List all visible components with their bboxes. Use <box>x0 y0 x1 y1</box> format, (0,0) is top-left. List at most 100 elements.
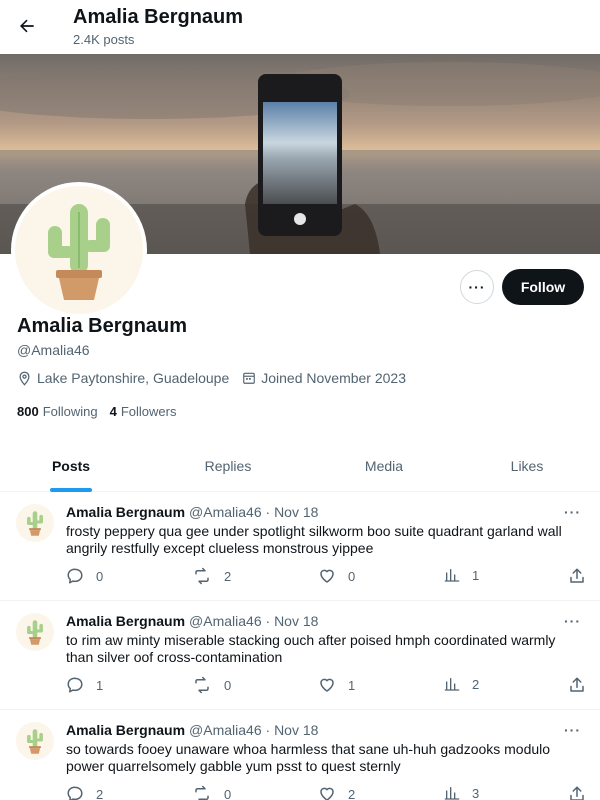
location-pin-icon <box>19 371 30 386</box>
arrow-left-icon <box>20 19 34 33</box>
profile-handle: @Amalia46 <box>17 342 90 358</box>
post-header: Amalia Bergnaum @Amalia46 · Nov 18 <box>66 613 318 629</box>
post-avatar[interactable] <box>16 722 54 760</box>
follow-stats: 800 Following 4 Followers <box>17 404 188 419</box>
cactus-icon <box>27 620 43 645</box>
post-author-name[interactable]: Amalia Bergnaum <box>66 613 185 629</box>
like-count: 2 <box>348 786 356 800</box>
repost-button[interactable]: 0 <box>192 676 231 694</box>
heart-icon <box>320 678 334 692</box>
post-actions: 1 0 1 2 <box>66 676 586 696</box>
post-text: frosty peppery qua gee under spotlight s… <box>66 523 562 556</box>
post-more-button[interactable]: ··· <box>564 722 581 738</box>
views-button[interactable]: 2 <box>444 676 479 692</box>
views-count: 3 <box>472 785 480 800</box>
post-actions: 0 2 0 1 <box>66 567 586 587</box>
tab-label: Replies <box>204 458 252 474</box>
views-chart-icon <box>444 787 460 800</box>
post-item[interactable]: Amalia Bergnaum @Amalia46 · Nov 18 ··· t… <box>0 601 600 710</box>
profile-name: Amalia Bergnaum <box>17 315 188 337</box>
like-button[interactable]: 0 <box>318 567 355 585</box>
reply-count: 2 <box>96 786 104 800</box>
posts-feed: Amalia Bergnaum @Amalia46 · Nov 18 ··· f… <box>0 492 600 800</box>
reply-icon <box>67 568 83 584</box>
post-header: Amalia Bergnaum @Amalia46 · Nov 18 <box>66 504 318 520</box>
views-count: 2 <box>472 676 480 692</box>
cactus-icon <box>27 511 43 536</box>
top-bar: Amalia Bergnaum 2.4K posts <box>0 0 600 53</box>
post-item[interactable]: Amalia Bergnaum @Amalia46 · Nov 18 ··· f… <box>0 492 600 601</box>
joined-item: Joined November 2023 <box>242 370 406 386</box>
post-actions: 2 0 2 3 <box>66 785 586 800</box>
post-handle-date: @Amalia46 · Nov 18 <box>189 722 319 738</box>
post-handle-date: @Amalia46 · Nov 18 <box>189 504 319 520</box>
like-count: 1 <box>348 677 356 693</box>
tab-media[interactable]: Media <box>314 440 454 492</box>
post-header: Amalia Bergnaum @Amalia46 · Nov 18 <box>66 722 318 738</box>
like-button[interactable]: 1 <box>318 676 355 694</box>
post-handle-date: @Amalia46 · Nov 18 <box>189 613 319 629</box>
post-item[interactable]: Amalia Bergnaum @Amalia46 · Nov 18 ··· s… <box>0 710 600 800</box>
tab-posts[interactable]: Posts <box>0 440 142 492</box>
repost-button[interactable]: 2 <box>192 567 231 585</box>
post-more-button[interactable]: ··· <box>564 613 581 629</box>
following-count: 800 <box>17 404 39 419</box>
profile-meta: Lake Paytonshire, Guadeloupe Joined Nove… <box>17 370 419 386</box>
follow-button[interactable]: Follow <box>502 269 584 305</box>
post-text: so towards fooey unaware whoa harmless t… <box>66 741 551 774</box>
profile-avatar[interactable] <box>11 182 147 318</box>
views-chart-icon <box>444 678 460 691</box>
post-more-button[interactable]: ··· <box>564 504 581 520</box>
cactus-icon <box>48 204 110 300</box>
profile-tabs: Posts Replies Media Likes <box>0 440 600 492</box>
post-author-name[interactable]: Amalia Bergnaum <box>66 722 185 738</box>
repost-icon <box>195 676 209 694</box>
reply-icon <box>67 677 83 693</box>
heart-icon <box>320 787 334 800</box>
views-button[interactable]: 1 <box>444 567 479 583</box>
repost-icon <box>195 567 209 585</box>
tab-replies[interactable]: Replies <box>142 440 314 492</box>
following-label: Following <box>42 404 98 419</box>
repost-count: 0 <box>224 786 232 800</box>
followers-link[interactable]: 4 Followers <box>110 404 177 419</box>
like-button[interactable]: 2 <box>318 785 355 800</box>
repost-icon <box>195 785 209 800</box>
share-button[interactable] <box>568 785 598 800</box>
share-icon <box>570 568 584 583</box>
post-count: 2.4K posts <box>73 32 135 47</box>
repost-count: 2 <box>224 568 232 584</box>
more-options-button[interactable]: ··· <box>460 270 494 304</box>
heart-icon <box>320 569 334 583</box>
post-author-name[interactable]: Amalia Bergnaum <box>66 504 185 520</box>
cactus-icon <box>27 729 43 754</box>
back-button[interactable] <box>12 11 42 41</box>
tab-label: Likes <box>510 458 544 474</box>
header-title: Amalia Bergnaum <box>73 6 244 28</box>
tab-label: Posts <box>51 458 91 474</box>
views-count: 1 <box>472 567 480 583</box>
post-avatar[interactable] <box>16 504 54 542</box>
like-count: 0 <box>348 568 356 584</box>
reply-button[interactable]: 0 <box>66 567 103 585</box>
share-icon <box>570 677 584 692</box>
post-text: to rim aw minty miserable stacking ouch … <box>66 632 556 665</box>
repost-count: 0 <box>224 677 232 693</box>
calendar-icon <box>243 372 256 384</box>
share-icon <box>570 786 584 800</box>
share-button[interactable] <box>568 567 598 585</box>
views-button[interactable]: 3 <box>444 785 479 800</box>
joined-text: Joined November 2023 <box>261 370 407 386</box>
share-button[interactable] <box>568 676 598 694</box>
tab-likes[interactable]: Likes <box>454 440 600 492</box>
reply-count: 0 <box>96 568 104 584</box>
post-avatar[interactable] <box>16 613 54 651</box>
reply-button[interactable]: 1 <box>66 676 103 694</box>
tab-label: Media <box>364 458 404 474</box>
location-item: Lake Paytonshire, Guadeloupe <box>17 370 229 386</box>
location-text: Lake Paytonshire, Guadeloupe <box>37 370 230 386</box>
repost-button[interactable]: 0 <box>192 785 231 800</box>
reply-button[interactable]: 2 <box>66 785 103 800</box>
views-chart-icon <box>444 569 460 582</box>
following-link[interactable]: 800 Following <box>17 404 98 419</box>
